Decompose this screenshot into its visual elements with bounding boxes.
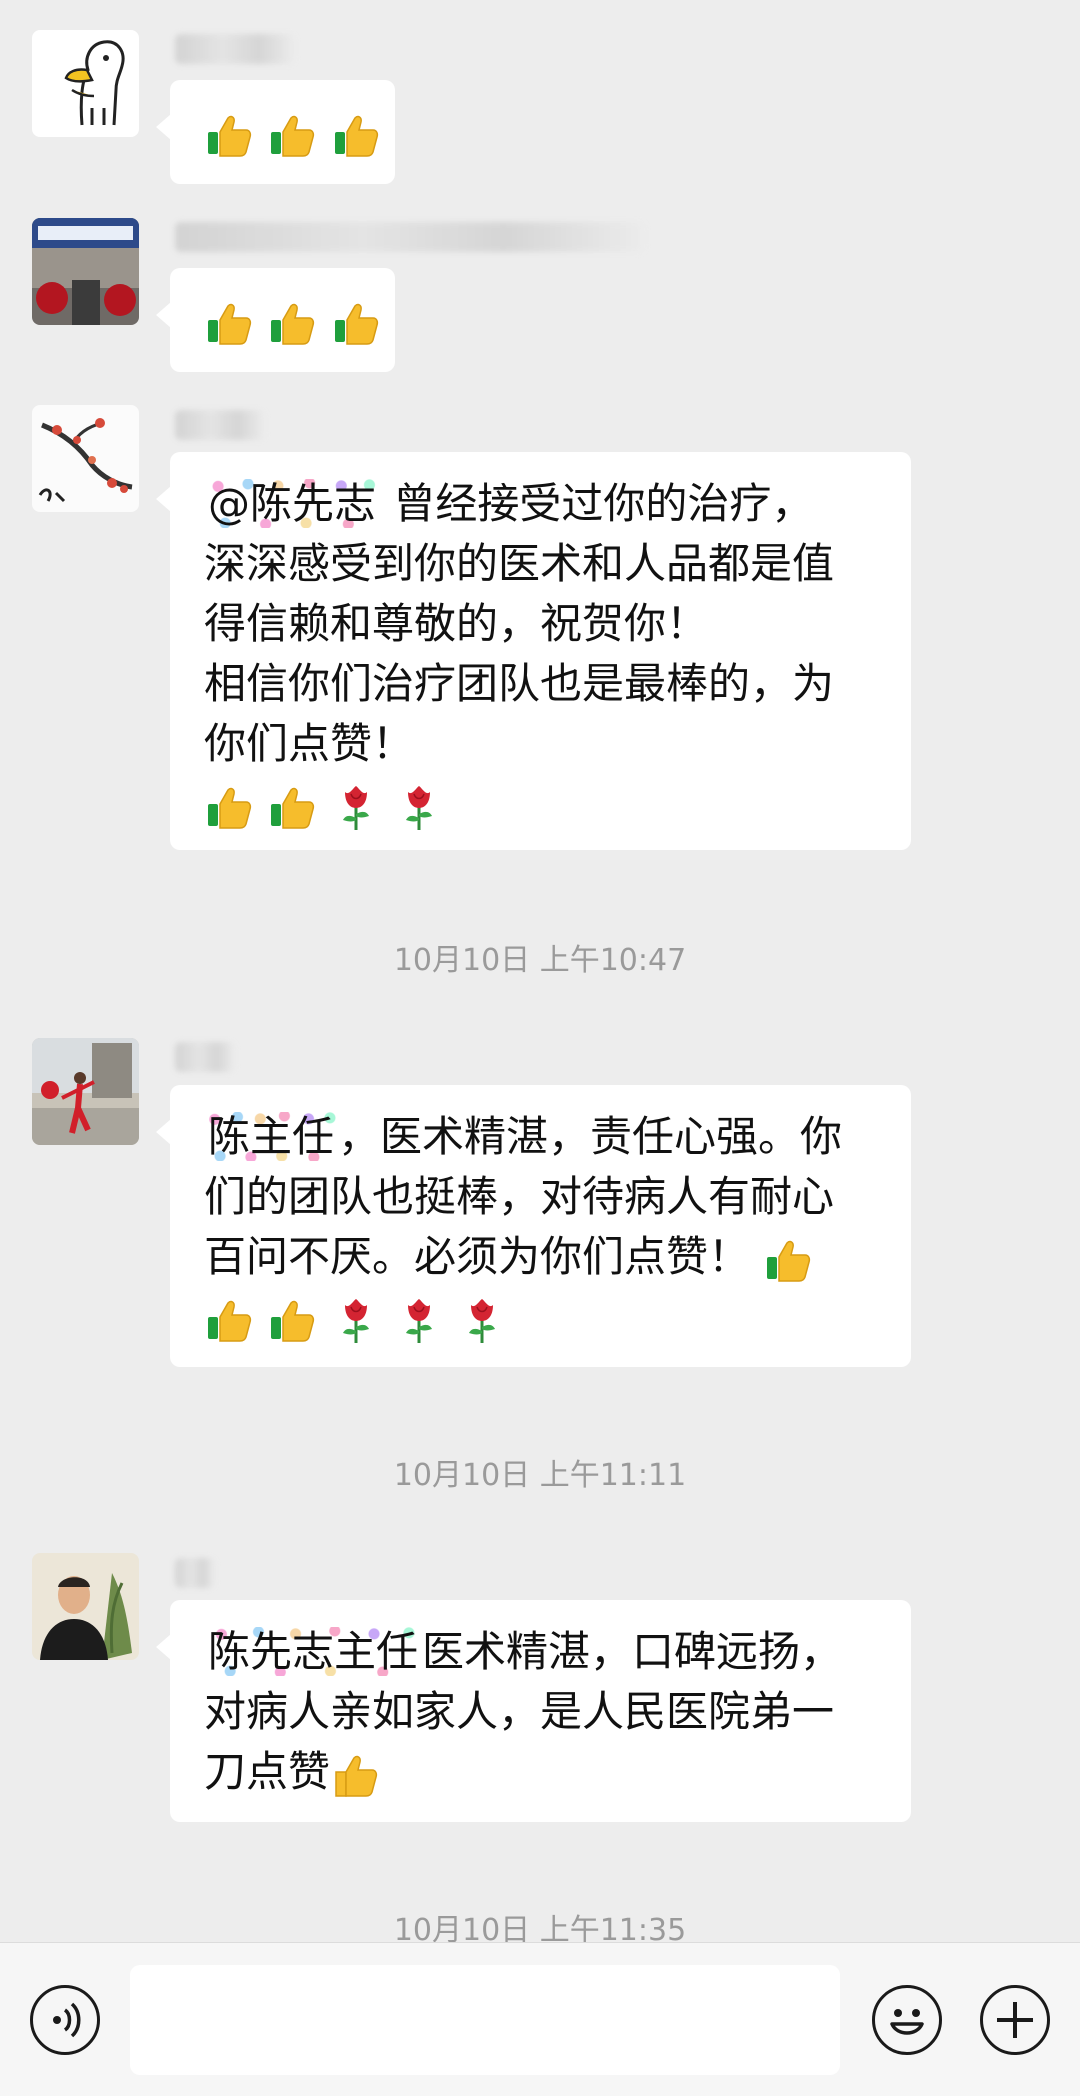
thumbs-up-icon	[267, 110, 317, 160]
mention-tag[interactable]: 陈主任	[204, 1112, 338, 1161]
emoji-row	[204, 102, 378, 162]
thumbs-up-icon	[267, 1295, 317, 1345]
message-line: 陈主任，医术精湛，责任心强。你	[204, 1107, 877, 1167]
thumbs-up-icon	[331, 110, 381, 160]
message-line: 陈先志主任医术精湛，口碑远扬，	[204, 1622, 877, 1682]
input-bar	[0, 1942, 1080, 2096]
emoji-button[interactable]	[872, 1985, 942, 2055]
message-text: 曾经接受过你的治疗，	[393, 479, 814, 528]
message-text: 百问不厌。必须为你们点赞！	[204, 1232, 751, 1281]
message-bubble-1[interactable]	[156, 80, 395, 184]
smiley-icon	[890, 2009, 924, 2035]
emoji-row	[204, 290, 378, 350]
message-line: 深深感受到你的医术和人品都是值	[204, 539, 835, 588]
timestamp: 10月10日 上午11:35	[393, 1913, 687, 1942]
message-line: 相信你们治疗团队也是最棒的，为	[204, 659, 835, 708]
timestamp: 10月10日 上午11:11	[393, 1458, 687, 1493]
plus-icon	[997, 2002, 1033, 2038]
emoji-row	[204, 1287, 877, 1347]
thumbs-up-icon	[330, 1750, 380, 1800]
message-bubble-5[interactable]: 陈先志主任医术精湛，口碑远扬， 对病人亲如家人，是人民医院弟一 刀点赞	[156, 1600, 911, 1822]
thumbs-up-icon	[763, 1235, 813, 1285]
rose-icon	[394, 1295, 444, 1345]
nickname-blurred	[175, 410, 265, 440]
thumbs-up-icon	[204, 782, 254, 832]
mention-tag[interactable]: 陈先志主任	[204, 1627, 422, 1676]
message-bubble-3[interactable]: @陈先志 曾经接受过你的治疗， 深深感受到你的医术和人品都是值 得信赖和尊敬的，…	[156, 452, 911, 850]
rose-icon	[457, 1295, 507, 1345]
thumbs-up-icon	[267, 782, 317, 832]
message-text: 刀点赞	[204, 1747, 331, 1796]
message-bubble-4[interactable]: 陈主任，医术精湛，责任心强。你 们的团队也挺棒，对待病人有耐心 百问不厌。必须为…	[156, 1085, 911, 1367]
rose-icon	[394, 782, 444, 832]
avatar-man[interactable]	[32, 1553, 139, 1660]
nickname-blurred	[175, 34, 295, 64]
message-input[interactable]	[130, 1965, 840, 2075]
message-line: 对病人亲如家人，是人民医院弟一	[204, 1687, 835, 1736]
message-line: 你们点赞！	[204, 719, 415, 768]
message-line: 们的团队也挺棒，对待病人有耐心	[204, 1172, 835, 1221]
nickname-blurred	[175, 222, 645, 252]
thumbs-up-icon	[204, 110, 254, 160]
rose-icon	[331, 1295, 381, 1345]
avatar-plum-blossom[interactable]	[32, 405, 139, 512]
message-text: 医术精湛，口碑远扬，	[422, 1627, 843, 1676]
emoji-row	[204, 774, 877, 834]
message-line: 百问不厌。必须为你们点赞！	[204, 1227, 877, 1287]
rose-icon	[331, 782, 381, 832]
nickname-blurred	[175, 1042, 235, 1072]
voice-button[interactable]	[30, 1985, 100, 2055]
more-button[interactable]	[980, 1985, 1050, 2055]
nickname-blurred	[175, 1558, 215, 1588]
message-line: 刀点赞	[204, 1742, 877, 1802]
thumbs-up-icon	[331, 298, 381, 348]
mention-tag[interactable]: @陈先志	[204, 479, 380, 528]
voice-icon	[53, 2002, 81, 2038]
avatar-office[interactable]	[32, 218, 139, 325]
message-line: 得信赖和尊敬的，祝贺你！	[204, 599, 709, 648]
avatar-duck[interactable]	[32, 30, 139, 137]
thumbs-up-icon	[204, 1295, 254, 1345]
chat-area: @陈先志 曾经接受过你的治疗， 深深感受到你的医术和人品都是值 得信赖和尊敬的，…	[0, 0, 1080, 1942]
avatar-dancer[interactable]	[32, 1038, 139, 1145]
thumbs-up-icon	[267, 298, 317, 348]
timestamp: 10月10日 上午10:47	[393, 943, 687, 978]
thumbs-up-icon	[204, 298, 254, 348]
message-bubble-2[interactable]	[156, 268, 395, 372]
message-line: @陈先志 曾经接受过你的治疗，	[204, 474, 877, 534]
message-text: ，医术精湛，责任心强。你	[338, 1112, 843, 1161]
